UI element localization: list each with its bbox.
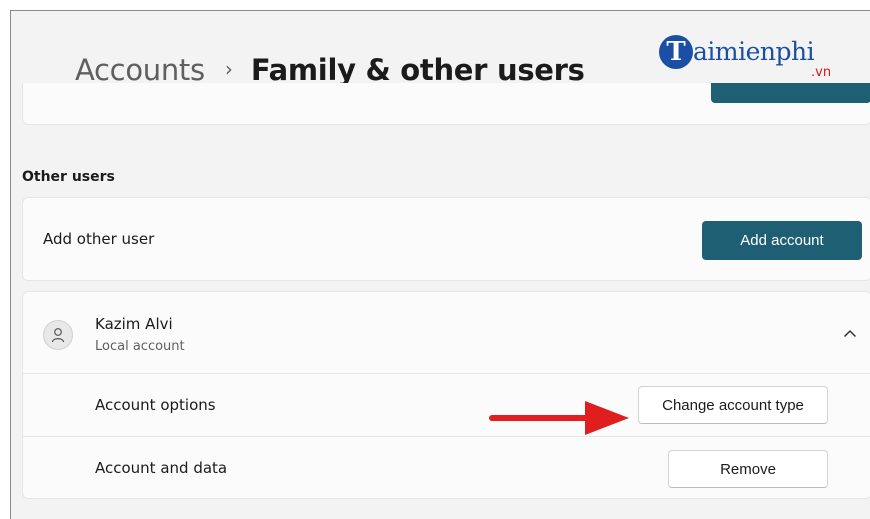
remove-button[interactable]: Remove (668, 450, 828, 488)
account-and-data-label: Account and data (95, 459, 228, 477)
user-header-row[interactable]: Kazim Alvi Local account (23, 292, 870, 374)
change-account-type-button[interactable]: Change account type (638, 386, 828, 424)
page-title: Family & other users (250, 53, 585, 87)
settings-window: Accounts › Family & other users T aimien… (10, 10, 870, 519)
watermark-logo-initial: T (659, 35, 693, 69)
watermark-logo-text: aimienphi (693, 37, 815, 66)
chevron-up-icon[interactable] (837, 320, 863, 346)
watermark-logo: T aimienphi .vn (659, 35, 849, 89)
add-other-user-label: Add other user (43, 230, 155, 248)
account-options-row: Account options Change account type (23, 374, 870, 437)
breadcrumb: Accounts › Family & other users (75, 53, 585, 87)
red-arrow-icon (489, 401, 629, 435)
person-icon (43, 320, 73, 350)
breadcrumb-accounts-link[interactable]: Accounts (75, 53, 205, 87)
breadcrumb-separator: › (224, 57, 233, 81)
account-and-data-row: Account and data Remove (23, 437, 870, 500)
watermark-logo-tld: .vn (811, 65, 832, 80)
user-card: Kazim Alvi Local account Account options… (22, 291, 870, 499)
account-options-label: Account options (95, 396, 216, 414)
previous-card-partial (22, 83, 870, 125)
previous-card-button-partial[interactable] (711, 83, 870, 103)
user-account-type: Local account (95, 339, 185, 354)
section-title-other-users: Other users (22, 169, 115, 185)
add-other-user-card: Add other user Add account (22, 197, 870, 281)
add-account-button[interactable]: Add account (702, 221, 862, 260)
user-name: Kazim Alvi (95, 315, 173, 333)
